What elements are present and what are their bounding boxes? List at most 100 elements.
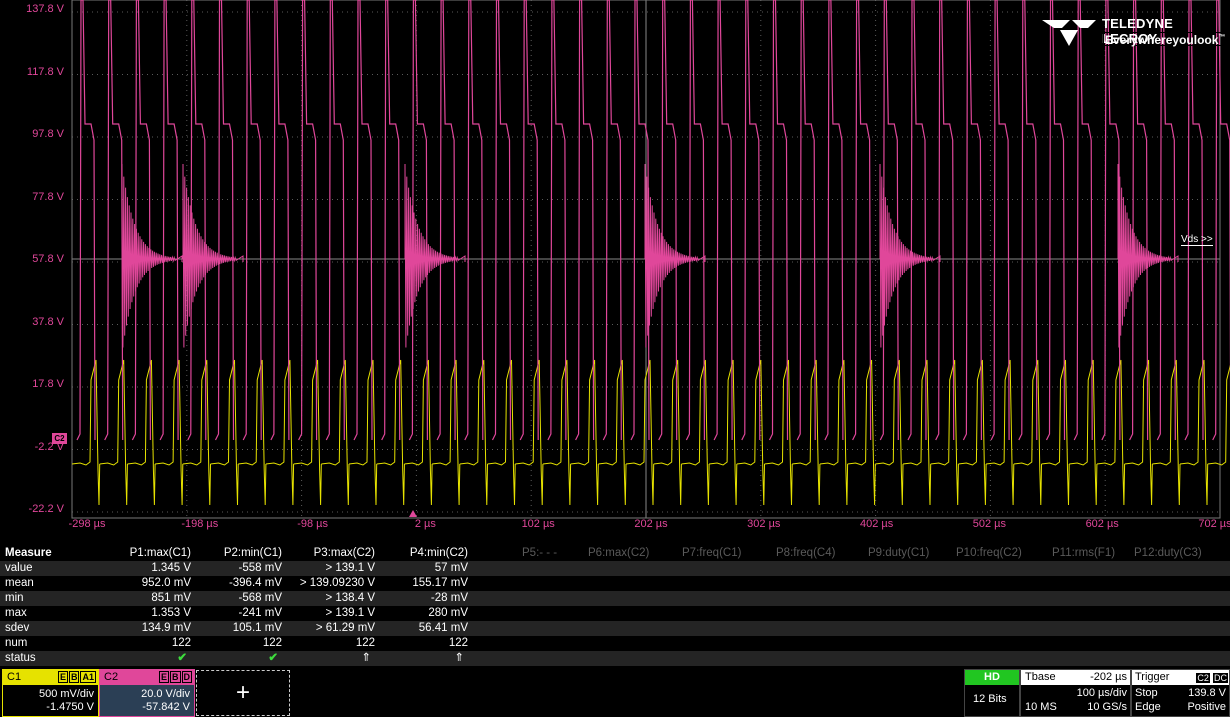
measure-row-value: value 1.345 V -558 mV > 139.1 V 57 mV [0,561,1230,576]
measure-cell-p2: -396.4 mV [228,577,282,589]
measure-cell-p2: ✔ [268,652,278,664]
measure-cell-p1: 1.345 V [151,562,191,574]
measure-cell-p1: ✔ [177,652,187,664]
logo-icon [1042,20,1096,46]
c2-ringing-burst [404,163,466,348]
measure-cell-p2: 105.1 mV [232,622,282,634]
x-tick-label: 2 µs [414,518,436,530]
y-tick-label: 97.8 V [32,128,64,140]
teledyne-lecroy-logo: TELEDYNE LECROY Everywhereyoulook™ [1040,14,1228,50]
measure-header-p4[interactable]: P4:min(C2) [410,546,468,561]
trigger-slope: Positive [1187,701,1226,713]
measure-header-p9[interactable]: P9:duty(C1) [868,546,929,561]
y-tick-label: -22.2 V [28,503,64,515]
measure-cell-p1: 134.9 mV [141,622,191,634]
measure-row-status: status ✔ ✔ ⇑ ⇑ [0,651,1230,666]
y-tick-label: 117.8 V [26,65,64,78]
timebase-rate: 10 GS/s [1087,701,1127,713]
timebase-tdiv: 100 µs/div [1076,687,1127,699]
x-tick-label: 402 µs [859,518,894,530]
trigger-mode: Stop [1135,687,1158,699]
measure-cell-p4: 280 mV [428,607,468,619]
c2-ringing-burst [644,163,706,348]
x-tick-label: 302 µs [747,518,781,530]
timebase-header: Tbase -202 µs [1021,670,1130,685]
x-tick-label: 502 µs [972,518,1007,530]
measure-title: Measure [5,547,52,559]
measure-cell-p4: 122 [448,637,468,649]
measure-row-label: value [5,562,33,574]
plus-icon: + [235,679,250,706]
measure-cell-p3: > 138.4 V [325,592,375,604]
channel-status-bar: C1 E B A1 500 mV/div -1.4750 V C2 EBD 20.0… [0,669,1230,717]
trigger-header: Trigger C2 DC [1132,670,1229,685]
measure-cell-p3: > 139.09230 V [299,577,375,589]
x-tick-label: -98 µs [297,518,328,530]
c1-offset: -1.4750 V [46,701,94,713]
measure-row-label: max [5,607,27,619]
measure-header-p11[interactable]: P11:rms(F1) [1052,546,1115,561]
waveform-display[interactable]: 137.8 V 117.8 V 97.8 V 77.8 V 57.8 V 37.8 V 17… [0,0,1230,545]
measure-cell-p2: -568 mV [238,592,282,604]
c1-channel-box[interactable]: C1 E B A1 500 mV/div -1.4750 V [2,669,99,717]
add-trace-button[interactable]: + [196,670,290,716]
measure-cell-p1: 851 mV [151,592,191,604]
c2-offset-marker[interactable]: C2 [52,433,67,444]
c1-vdiv: 500 mV/div [38,688,94,700]
measure-row-label: min [5,592,24,604]
measure-header-p6[interactable]: P6:max(C2) [588,546,649,561]
trigger-coupling: DC [1213,673,1228,683]
measure-cell-p4: ⇑ [454,652,464,664]
measure-cell-p4: 56.41 mV [418,622,468,634]
y-tick-label: 37.8 V [32,315,64,328]
y-tick-label: 57.8 V [32,253,64,265]
timebase-box[interactable]: Tbase -202 µs 100 µs/div 10 MS 10 GS/s [1020,669,1131,717]
c2-channel-box[interactable]: C2 EBD 20.0 V/div -57.842 V [99,669,195,717]
trigger-source: C2 [1196,673,1210,683]
measure-cell-p3: > 61.29 mV [315,622,375,634]
measure-header-p3[interactable]: P3:max(C2) [314,546,375,561]
hd-bits: 12 Bits [973,693,1007,705]
measure-header-row: Measure P1:max(C1) P2:min(C1) P3:max(C2)… [0,546,1230,561]
x-tick-label: -198 µs [181,518,219,530]
y-tick-label: 77.8 V [32,190,64,203]
c2-ringing-burst [879,163,941,348]
x-tick-label: 702 µs [1198,518,1230,530]
timebase-memory: 10 MS [1025,701,1057,713]
trace-label-vds[interactable]: Vds >> [1181,234,1213,246]
c2-header: C2 EBD [100,670,194,685]
c2-ringing-burst [121,163,183,348]
measure-cell-p3: > 139.1 V [325,607,375,619]
measure-cell-p2: -558 mV [238,562,282,574]
measure-header-p1[interactable]: P1:max(C1) [130,546,191,561]
measure-header-p2[interactable]: P2:min(C1) [224,546,282,561]
hd-box[interactable]: HD 12 Bits [964,669,1020,717]
measure-cell-p1: 122 [171,637,191,649]
measure-row-label: status [5,652,36,664]
measure-cell-p3: > 139.1 V [325,562,375,574]
measure-cell-p4: 57 mV [434,562,468,574]
measure-table[interactable]: Measure P1:max(C1) P2:min(C1) P3:max(C2)… [0,546,1230,669]
x-tick-label: 102 µs [521,518,555,530]
measure-row-label: num [5,637,28,649]
measure-header-p5[interactable]: P5:- - - [522,546,557,561]
measure-row-label: mean [5,577,34,589]
measure-cell-p1: 952.0 mV [141,577,191,589]
trigger-box[interactable]: Trigger C2 DC Stop 139.8 V Edge Positive [1131,669,1230,717]
measure-cell-p1: 1.353 V [151,607,191,619]
x-tick-label: 202 µs [634,518,668,530]
c2-ringing-burst [1117,163,1179,348]
measure-header-p8[interactable]: P8:freq(C4) [776,546,835,561]
x-tick-label: -298 µs [68,518,106,530]
trigger-position-marker [409,510,417,517]
measure-header-p12[interactable]: P12:duty(C3) [1134,546,1202,561]
measure-cell-p4: -28 mV [430,592,468,604]
c2-vdiv: 20.0 V/div [141,688,190,700]
c1-header: C1 E B A1 [3,670,98,685]
measure-cell-p2: -241 mV [238,607,282,619]
measure-row-label: sdev [5,622,30,634]
measure-cell-p3: 122 [355,637,375,649]
measure-header-p7[interactable]: P7:freq(C1) [682,546,741,561]
measure-cell-p2: 122 [262,637,282,649]
measure-header-p10[interactable]: P10:freq(C2) [956,546,1022,561]
